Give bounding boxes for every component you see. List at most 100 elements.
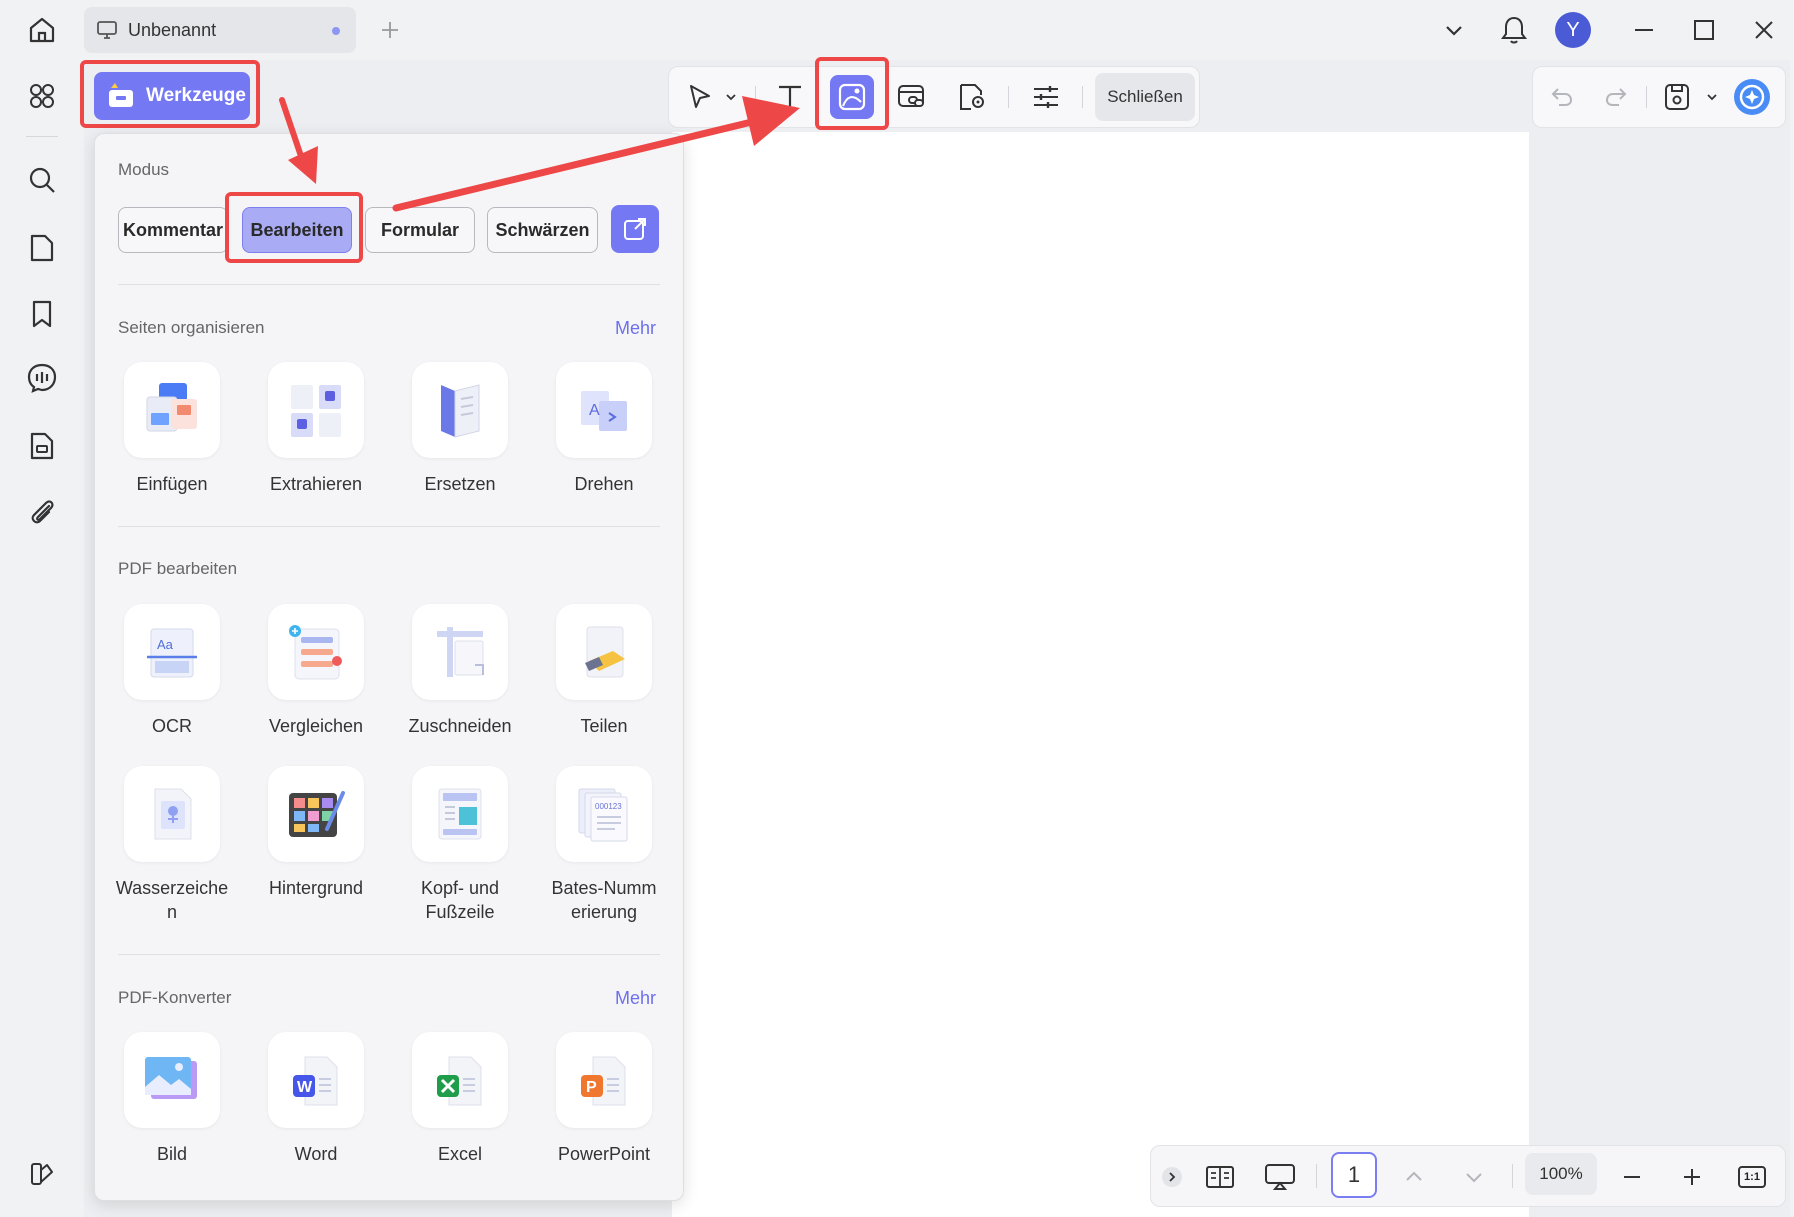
rail-attachments-button[interactable]	[22, 492, 62, 532]
tool-kopf-und-fusszeile[interactable]: Kopf- und Fußzeile	[405, 766, 515, 924]
tool-tile	[268, 604, 364, 700]
rail-search-button[interactable]	[22, 160, 62, 200]
annotation-highlight-bearbeiten	[225, 192, 363, 263]
bookmark-icon	[32, 300, 52, 328]
reading-mode-button[interactable]	[1198, 1155, 1242, 1199]
tool-extrahieren[interactable]: Extrahieren	[261, 362, 371, 496]
toolbar-separator	[1008, 86, 1009, 108]
tool-label: PowerPoint	[557, 1144, 651, 1164]
rotate-pages-icon: A	[581, 391, 627, 431]
stamp-icon	[960, 84, 984, 110]
section-divider	[118, 954, 660, 955]
tool-excel[interactable]: Excel	[405, 1032, 515, 1166]
home-button[interactable]	[22, 10, 62, 50]
mode-kommentar-button[interactable]: Kommentar	[118, 207, 228, 253]
chevron-down-icon	[726, 94, 736, 101]
add-stamp-button[interactable]	[950, 75, 994, 119]
tool-tile: W	[268, 1032, 364, 1128]
tool-label: OCR	[152, 716, 192, 736]
mode-schwaerzen-button[interactable]: Schwärzen	[487, 207, 598, 253]
presentation-icon	[1265, 1164, 1295, 1190]
tool-hintergrund[interactable]: Hintergrund	[261, 766, 371, 900]
mode-formular-button[interactable]: Formular	[365, 207, 475, 253]
minimize-button[interactable]	[1624, 10, 1664, 50]
undo-button[interactable]	[1540, 75, 1584, 119]
tool-ersetzen[interactable]: Ersetzen	[405, 362, 515, 496]
chevron-right-icon	[1162, 1167, 1182, 1187]
user-avatar[interactable]: Y	[1555, 12, 1591, 48]
add-text-button[interactable]	[768, 75, 812, 119]
insert-pages-icon	[146, 383, 197, 432]
pdf-page[interactable]	[672, 132, 1529, 1217]
word-icon: W	[293, 1056, 338, 1106]
save-options-dropdown[interactable]	[1700, 75, 1724, 119]
grid-icon	[30, 84, 54, 108]
rail-apps-button[interactable]	[22, 76, 62, 116]
tool-label: Kopf- und Fußzeile	[420, 878, 500, 922]
tool-wasserzeichen[interactable]: Wasserzeiche n	[116, 766, 228, 924]
edit-section-title: PDF bearbeiten	[118, 559, 238, 578]
tool-einfuegen[interactable]: Einfügen	[117, 362, 227, 496]
replace-pages-icon	[441, 384, 480, 438]
unsaved-indicator	[332, 27, 340, 35]
rail-forms-button[interactable]	[22, 426, 62, 466]
tool-bild[interactable]: Bild	[117, 1032, 227, 1166]
select-tool-dropdown[interactable]	[720, 75, 742, 119]
compare-icon	[289, 625, 342, 680]
presentation-button[interactable]	[1258, 1155, 1302, 1199]
save-button[interactable]	[1655, 75, 1699, 119]
tool-teilen[interactable]: Teilen	[549, 604, 659, 738]
add-link-button[interactable]	[890, 75, 934, 119]
tool-drehen[interactable]: A Drehen	[549, 362, 659, 496]
tool-vergleichen[interactable]: Vergleichen	[261, 604, 371, 738]
close-window-button[interactable]	[1744, 10, 1784, 50]
organize-section-title: Seiten organisieren	[118, 318, 265, 337]
page-number-input[interactable]: 1	[1331, 1152, 1377, 1198]
tool-label: Bild	[156, 1144, 187, 1164]
zoom-in-button[interactable]	[1670, 1155, 1714, 1199]
split-icon	[585, 626, 625, 678]
previous-page-button[interactable]	[1392, 1155, 1436, 1199]
open-external-mode-button[interactable]	[611, 205, 659, 253]
tool-bates-nummerierung[interactable]: 000123 Bates-Numm erierung	[549, 766, 659, 924]
close-edit-mode-button[interactable]: Schließen	[1095, 73, 1195, 121]
organize-more-link[interactable]: Mehr	[615, 318, 656, 339]
tool-label: Einfügen	[136, 474, 208, 494]
tool-label: Ersetzen	[424, 474, 496, 494]
rail-ai-chat-button[interactable]	[22, 358, 62, 398]
tool-word[interactable]: W Word	[261, 1032, 371, 1166]
notifications-button[interactable]	[1494, 10, 1534, 50]
zoom-out-button[interactable]	[1610, 1155, 1654, 1199]
redo-button[interactable]	[1594, 75, 1638, 119]
ocr-icon: Aa	[147, 628, 197, 678]
toolbar-separator	[1082, 86, 1083, 108]
svg-text:Aa: Aa	[157, 637, 174, 652]
section-divider	[118, 526, 660, 527]
select-tool-button[interactable]	[678, 75, 722, 119]
tabs-dropdown-button[interactable]	[1434, 10, 1474, 50]
next-page-button[interactable]	[1452, 1155, 1496, 1199]
properties-button[interactable]	[1024, 75, 1068, 119]
excel-icon	[437, 1056, 482, 1106]
rail-theme-button[interactable]	[22, 1154, 62, 1194]
tool-tile: P	[556, 1032, 652, 1128]
ai-chat-icon	[27, 363, 57, 393]
zoom-level-display[interactable]: 100%	[1525, 1153, 1597, 1195]
rail-bookmarks-button[interactable]	[22, 294, 62, 334]
tool-zuschneiden[interactable]: Zuschneiden	[405, 604, 515, 738]
arrow-down-icon	[1466, 1173, 1482, 1183]
expand-bar-button[interactable]	[1150, 1155, 1194, 1199]
ai-assistant-button[interactable]	[1730, 75, 1774, 119]
converter-more-link[interactable]: Mehr	[615, 988, 656, 1009]
watermark-icon	[154, 788, 192, 840]
theme-icon	[31, 1163, 53, 1185]
ai-assistant-icon	[1734, 79, 1770, 115]
tool-powerpoint[interactable]: P PowerPoint	[549, 1032, 659, 1166]
new-tab-button[interactable]	[374, 14, 406, 46]
tool-ocr[interactable]: Aa OCR	[117, 604, 227, 738]
rail-pages-button[interactable]	[22, 228, 62, 268]
actual-size-button[interactable]: 1:1	[1730, 1155, 1774, 1199]
maximize-button[interactable]	[1684, 10, 1724, 50]
tool-tile	[556, 604, 652, 700]
document-tab[interactable]: Unbenannt	[84, 7, 356, 53]
